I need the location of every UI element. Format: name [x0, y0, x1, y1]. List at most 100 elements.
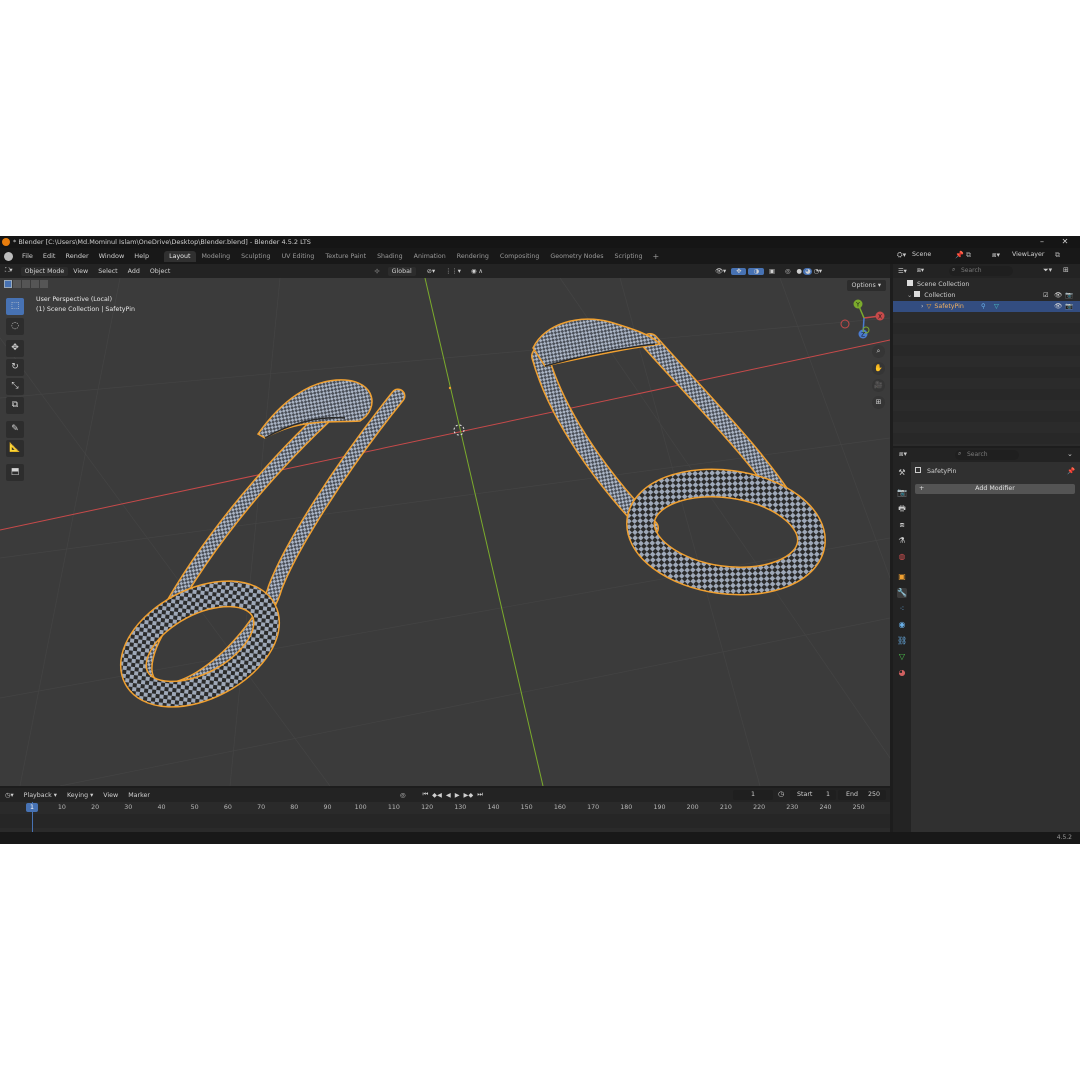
transform-orientation-dropdown[interactable]: Global — [387, 266, 416, 276]
tab-texture-paint[interactable]: Texture Paint — [320, 251, 371, 262]
tab-sculpting[interactable]: Sculpting — [236, 251, 275, 262]
timeline-track[interactable] — [0, 814, 890, 828]
transform-tool-icon[interactable]: ⧉ — [6, 397, 24, 414]
properties-options-icon[interactable]: ⌄ — [1067, 450, 1073, 458]
menu-playback[interactable]: Playback ▾ — [19, 792, 62, 799]
properties-editor-icon[interactable]: ⧈▾ — [899, 450, 907, 459]
outliner-row-scene-collection[interactable]: Scene Collection — [893, 279, 1080, 290]
clock-icon[interactable]: ◷ — [778, 790, 784, 798]
play-icon[interactable]: ▶ — [453, 792, 462, 799]
menu-add[interactable]: Add — [123, 268, 145, 275]
modifier-tab-icon[interactable]: 🔧 — [897, 588, 907, 598]
measure-tool-icon[interactable]: 📐 — [6, 440, 24, 457]
menu-view[interactable]: View — [68, 268, 93, 275]
new-collection-icon[interactable]: ⊞ — [1063, 266, 1069, 274]
tab-geometry-nodes[interactable]: Geometry Nodes — [545, 251, 608, 262]
transform-orientation-icon[interactable]: ⊹ — [369, 268, 384, 275]
menu-render[interactable]: Render — [60, 252, 93, 260]
record-icon[interactable]: ◎ — [395, 792, 411, 799]
menu-timeline-view[interactable]: View — [98, 792, 123, 799]
jump-start-icon[interactable]: ⏮ — [420, 791, 430, 799]
select-intersect-icon[interactable] — [40, 280, 48, 288]
tab-modeling[interactable]: Modeling — [197, 251, 236, 262]
xray-icon[interactable]: ▣ — [764, 268, 780, 275]
menu-window[interactable]: Window — [94, 252, 130, 260]
rotate-tool-icon[interactable]: ↻ — [6, 359, 24, 376]
menu-marker[interactable]: Marker — [123, 792, 155, 799]
scene-pin-icon[interactable]: 📌 — [955, 251, 964, 259]
tab-shading[interactable]: Shading — [372, 251, 408, 262]
new-view-layer-icon[interactable]: ⧉ — [1055, 251, 1060, 260]
filter-icon[interactable]: ⏷▾ — [1043, 266, 1052, 275]
editor-type-icon[interactable]: ⛶▾ — [0, 267, 18, 275]
add-cube-tool-icon[interactable]: ⬒ — [6, 464, 24, 481]
shading-solid-icon[interactable]: ● — [795, 268, 803, 275]
expand-object-icon[interactable]: › — [921, 303, 924, 310]
new-scene-icon[interactable]: ⧉ — [966, 251, 971, 260]
add-modifier-button[interactable]: + Add Modifier — [915, 484, 1075, 494]
ortho-grid-icon[interactable]: ⊞ — [872, 396, 885, 409]
tab-compositing[interactable]: Compositing — [495, 251, 544, 262]
safety-pin-closed-model[interactable] — [531, 318, 826, 596]
pan-hand-icon[interactable]: ✋ — [872, 362, 885, 375]
object-mode-dropdown[interactable]: Object Mode — [20, 266, 69, 276]
view-layer-tab-icon[interactable]: ⧈ — [897, 520, 907, 530]
particles-tab-icon[interactable]: ⁖ — [897, 604, 907, 614]
scale-tool-icon[interactable]: ⤡ — [6, 378, 24, 395]
current-frame-field[interactable]: 1 — [733, 790, 773, 800]
jump-keyframe-back-icon[interactable]: ◆◀ — [430, 792, 444, 799]
physics-tab-icon[interactable]: ◉ — [897, 620, 907, 630]
proportional-edit-icon[interactable]: ◉ ∧ — [466, 268, 488, 275]
tab-animation[interactable]: Animation — [409, 251, 451, 262]
tab-scripting[interactable]: Scripting — [610, 251, 648, 262]
options-dropdown[interactable]: Options ▾ — [846, 280, 886, 291]
menu-help[interactable]: Help — [129, 252, 154, 260]
pin-icon[interactable]: 📌 — [1067, 467, 1075, 475]
annotate-tool-icon[interactable]: ✎ — [6, 421, 24, 438]
tab-layout[interactable]: Layout — [164, 250, 196, 262]
menu-select[interactable]: Select — [93, 268, 122, 275]
select-tool-icon[interactable]: ⬚ — [6, 298, 24, 315]
3d-viewport[interactable]: X Y Z User Perspective (Local) (1) Scene… — [0, 278, 890, 786]
timeline-body[interactable]: 1 10 20 30 40 50 60 70 80 90 100 110 120 130 140 150 160… — [0, 802, 890, 832]
shading-rendered-icon[interactable]: ◔▾ — [812, 268, 823, 275]
select-new-icon[interactable] — [4, 280, 12, 288]
navigation-gizmo[interactable]: X Y Z — [840, 299, 885, 339]
render-tab-icon[interactable]: 📷 — [897, 488, 907, 498]
material-tab-icon[interactable]: ◕ — [897, 668, 907, 678]
zoom-icon[interactable]: ⌕ — [872, 345, 885, 358]
jump-end-icon[interactable]: ⏭ — [475, 791, 485, 799]
blender-menu-icon[interactable] — [4, 251, 13, 261]
tab-uv-editing[interactable]: UV Editing — [277, 251, 320, 262]
collection-checkbox-icon[interactable]: ☑ — [1043, 290, 1049, 301]
view-layer-icon[interactable]: ⧈▾ — [992, 251, 1000, 260]
gizmo-toggle-icon[interactable]: ✥ — [731, 267, 747, 275]
safety-pin-open-model[interactable] — [117, 379, 406, 715]
maximize-button[interactable] — [1030, 237, 1050, 247]
outliner-row-safetypin[interactable]: › ▽ SafetyPin ⚲ ▽ 👁 📷 — [893, 301, 1080, 312]
data-tab-icon[interactable]: ▽ — [897, 652, 907, 662]
timeline-editor-type-icon[interactable]: ◷▾ — [0, 792, 19, 799]
output-tab-icon[interactable]: 🖶 — [897, 504, 907, 514]
display-mode-icon[interactable]: ⧈▾ — [912, 267, 929, 275]
play-reverse-icon[interactable]: ◀ — [444, 792, 453, 799]
expand-collection-icon[interactable]: ⌄ — [907, 292, 912, 299]
pivot-icon[interactable]: ⊘▾ — [422, 268, 440, 275]
shading-material-icon[interactable]: ◕ — [802, 267, 813, 275]
menu-object[interactable]: Object — [145, 268, 176, 275]
close-button[interactable]: ✕ — [1055, 237, 1075, 247]
outliner-search-input[interactable]: Search — [949, 266, 1013, 276]
select-subtract-icon[interactable] — [22, 280, 30, 288]
scene-name[interactable]: Scene — [912, 251, 931, 258]
outliner-editor-icon[interactable]: ☰▾ — [893, 268, 912, 275]
menu-edit[interactable]: Edit — [38, 252, 61, 260]
scene-selector-icon[interactable]: ⛭▾ — [897, 251, 906, 260]
camera-view-icon[interactable]: 🎥 — [872, 379, 885, 392]
outliner-row-collection[interactable]: ⌄ Collection ☑ 👁 📷 — [893, 290, 1080, 301]
collection-visibility-icon[interactable]: 👁 — [1054, 290, 1062, 301]
overlay-toggle-icon[interactable]: ◑ — [748, 267, 764, 275]
scene-tab-icon[interactable]: ⚗ — [897, 536, 907, 546]
object-tab-icon[interactable]: ▣ — [897, 572, 907, 582]
add-workspace-button[interactable]: + — [649, 252, 664, 261]
menu-file[interactable]: File — [17, 252, 38, 260]
